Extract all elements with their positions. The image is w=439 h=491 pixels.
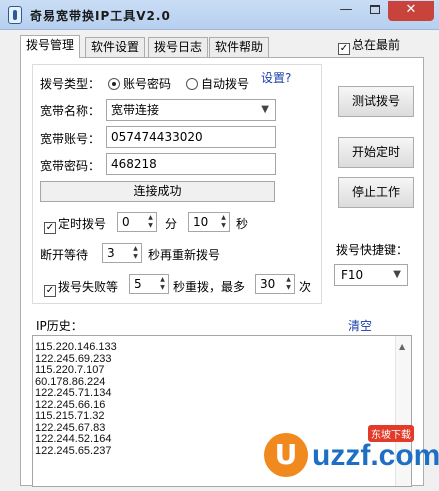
tab-dial-management[interactable]: 拨号管理 (20, 35, 81, 58)
fail-wait-stepper[interactable]: 5 ▲ ▼ (129, 274, 169, 294)
stepper-arrows-icon: ▲ ▼ (148, 214, 153, 229)
tab-software-help[interactable]: 软件帮助 (209, 37, 270, 57)
timer-minutes-stepper[interactable]: 0 ▲ ▼ (117, 212, 157, 232)
list-item: 115.220.146.133 (35, 341, 117, 353)
disconnect-wait-stepper[interactable]: 3 ▲ ▼ (102, 243, 142, 263)
timer-seconds-stepper[interactable]: 10 ▲ ▼ (188, 212, 230, 232)
close-button[interactable]: ✕ (388, 1, 434, 21)
always-on-top-label: 总在最前 (352, 38, 401, 52)
hotkey-select[interactable]: F10 ▼ (334, 264, 408, 286)
window-title: 奇易宽带换IP工具V2.0 (30, 9, 171, 23)
stepper-arrows-icon: ▲ ▼ (221, 214, 226, 229)
tab-software-settings[interactable]: 软件设置 (85, 37, 146, 57)
seconds-unit: 秒 (236, 217, 249, 231)
times-unit: 次 (299, 280, 312, 294)
list-item: 115.215.71.32 (35, 410, 105, 422)
broadband-name-select[interactable]: 宽带连接 ▼ (106, 99, 276, 121)
broadband-password-field[interactable]: 468218 (106, 153, 276, 175)
fail-retry-checkbox[interactable]: ✓ 拨号失败等 (44, 278, 118, 297)
minimize-button[interactable]: — (333, 1, 359, 21)
broadband-account-label: 宽带账号： (40, 132, 101, 146)
hotkey-label: 拨号快捷键： (336, 243, 409, 257)
checkbox-icon: ✓ (338, 43, 350, 55)
start-timer-button[interactable]: 开始定时 (338, 137, 414, 168)
broadband-password-label: 宽带密码： (40, 159, 101, 173)
radio-off-icon (186, 78, 198, 90)
test-dial-button[interactable]: 测试拨号 (338, 86, 414, 117)
redial-text: 秒再重新拨号 (148, 248, 221, 262)
radio-auto-dial[interactable]: 自动拨号 (186, 75, 249, 92)
maximize-button[interactable] (362, 1, 388, 21)
radio-account-password[interactable]: 账号密码 (108, 75, 171, 92)
chevron-down-icon: ▼ (393, 269, 401, 280)
checkbox-icon: ✓ (44, 285, 56, 297)
watermark-logo: U uzzf.com 东坡下载 (258, 425, 439, 485)
always-on-top-checkbox[interactable]: ✓ 总在最前 (338, 36, 400, 55)
app-icon (8, 6, 22, 24)
stop-work-button[interactable]: 停止工作 (338, 177, 414, 208)
title-bar: 奇易宽带换IP工具V2.0 — ✕ (0, 0, 439, 30)
settings-link[interactable]: 设置? (261, 69, 291, 86)
maximize-icon (370, 5, 380, 14)
stepper-arrows-icon: ▲ ▼ (160, 276, 165, 291)
connection-status: 连接成功 (40, 181, 275, 202)
list-item: 122.245.71.134 (35, 387, 112, 399)
fail-max-stepper[interactable]: 30 ▲ ▼ (255, 274, 295, 294)
clear-history-button[interactable]: 清空 (348, 317, 372, 334)
broadband-name-label: 宽带名称： (40, 104, 101, 118)
watermark-text: uzzf.com (312, 439, 439, 472)
fail-retry-text: 秒重拨，最多 (173, 280, 246, 294)
checkbox-icon: ✓ (44, 222, 56, 234)
minutes-unit: 分 (165, 217, 178, 231)
broadband-account-field[interactable]: 057474433020 (106, 126, 276, 148)
stepper-arrows-icon: ▲ ▼ (133, 245, 138, 260)
chevron-down-icon: ▼ (261, 104, 269, 115)
tab-dial-log[interactable]: 拨号日志 (148, 37, 209, 57)
radio-on-icon (108, 78, 120, 90)
disconnect-wait-label: 断开等待 (40, 248, 89, 262)
scroll-up-icon: ▲ (399, 342, 406, 351)
ip-history-label: IP历史： (36, 319, 83, 333)
list-item: 115.220.7.107 (35, 364, 105, 376)
watermark-badge: 东坡下载 (368, 425, 414, 442)
stepper-arrows-icon: ▲ ▼ (286, 276, 291, 291)
timer-dial-checkbox[interactable]: ✓ 定时拨号 (44, 215, 106, 234)
dial-type-label: 拨号类型： (40, 77, 101, 91)
logo-u-icon: U (264, 433, 308, 477)
